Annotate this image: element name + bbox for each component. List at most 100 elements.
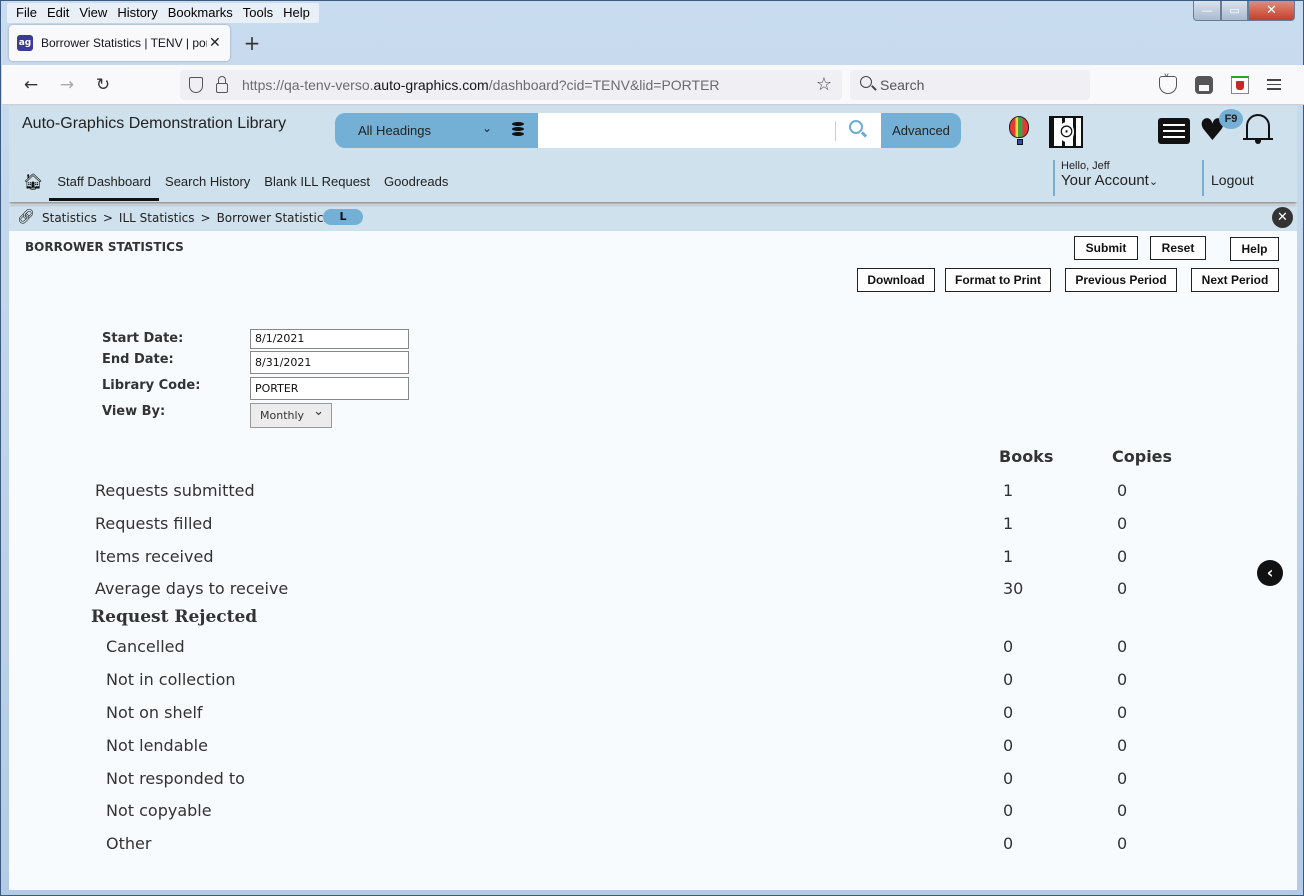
copies-value: 0 (1117, 547, 1128, 566)
previous-period-button[interactable]: Previous Period (1065, 268, 1177, 292)
maximize-button[interactable]: ▭ (1221, 1, 1248, 21)
row-label: Not lendable (106, 736, 208, 755)
row-label: Cancelled (106, 637, 185, 656)
hot-air-balloon-icon[interactable] (1009, 116, 1031, 148)
bell-icon[interactable] (1243, 114, 1273, 146)
url-text[interactable]: https://qa-tenv-verso.auto-graphics.com/… (242, 77, 720, 93)
chevron-down-icon[interactable]: ⌄ (482, 121, 492, 135)
table-row: Cancelled 0 0 (87, 630, 1223, 662)
search-divider (835, 121, 836, 141)
copies-value: 0 (1117, 670, 1128, 689)
search-icon[interactable] (849, 120, 863, 134)
extension-icon[interactable] (1231, 76, 1249, 94)
list-icon[interactable] (1158, 118, 1190, 144)
books-value: 0 (1003, 703, 1014, 722)
table-row: Average days to receive 30 0 (87, 572, 1223, 604)
help-button[interactable]: Help (1230, 237, 1279, 261)
menu-bookmarks[interactable]: Bookmarks (163, 3, 238, 23)
browser-search-box[interactable]: Search (850, 70, 1090, 100)
home-icon[interactable]: 🏠︎ (23, 172, 43, 191)
books-value: 0 (1003, 736, 1014, 755)
menu-history[interactable]: History (112, 3, 162, 23)
column-header-copies: Copies (1112, 447, 1173, 466)
table-row: Not in collection 0 0 (87, 663, 1223, 695)
status-pill[interactable]: L (323, 209, 363, 225)
table-row: Not copyable 0 0 (87, 794, 1223, 826)
account-label: Your Account (1061, 172, 1149, 189)
books-value: 1 (1003, 514, 1014, 533)
close-icon[interactable]: ✕ (1272, 207, 1293, 228)
download-button[interactable]: Download (857, 268, 935, 292)
nav-staff-dashboard[interactable]: Staff Dashboard (49, 174, 159, 201)
chevron-left-icon[interactable]: ‹ (1257, 560, 1283, 586)
greeting: Hello, Jeff (1061, 160, 1110, 172)
menu-help[interactable]: Help (278, 3, 315, 23)
pocket-icon[interactable] (1159, 73, 1177, 94)
app-header: Auto-Graphics Demonstration Library All … (9, 106, 1297, 202)
forward-button[interactable]: → (56, 74, 78, 96)
row-label: Requests filled (95, 514, 213, 533)
table-row: Not lendable 0 0 (87, 729, 1223, 761)
address-bar[interactable]: https://qa-tenv-verso.auto-graphics.com/… (180, 70, 842, 100)
reload-button[interactable]: ↻ (92, 74, 114, 96)
breadcrumb-separator: > (200, 211, 211, 225)
print-icon[interactable] (1195, 76, 1213, 94)
nav-goodreads[interactable]: Goodreads (384, 174, 448, 189)
row-label: Not responded to (106, 769, 245, 788)
catalog-search-input[interactable] (538, 113, 881, 148)
section-heading-request-rejected: Request Rejected (91, 607, 258, 627)
breadcrumb-ill-statistics[interactable]: ILL Statistics (119, 211, 195, 225)
film-search-icon[interactable] (1049, 116, 1083, 148)
library-code-field[interactable]: PORTER (250, 377, 409, 400)
back-button[interactable]: ← (20, 74, 42, 96)
database-icon[interactable] (512, 122, 524, 138)
search-scope-select[interactable]: All Headings (358, 123, 431, 138)
next-period-button[interactable]: Next Period (1191, 268, 1279, 292)
your-account-link[interactable]: Your Account⌄ (1061, 172, 1158, 189)
submit-button[interactable]: Submit (1074, 236, 1138, 260)
lock-icon[interactable] (216, 76, 228, 93)
nav-search-history[interactable]: Search History (165, 174, 250, 189)
nav-blank-ill-request[interactable]: Blank ILL Request (264, 174, 370, 189)
main-nav: 🏠︎ Staff Dashboard Search History Blank … (23, 172, 462, 201)
reset-button[interactable]: Reset (1150, 236, 1206, 260)
breadcrumb: Statistics > ILL Statistics > Borrower S… (42, 211, 330, 225)
library-name: Auto-Graphics Demonstration Library (22, 115, 287, 132)
bookmark-star-icon[interactable]: ☆ (816, 74, 832, 95)
row-label: Not copyable (106, 801, 212, 820)
row-label: Other (106, 834, 152, 853)
copies-value: 0 (1117, 834, 1128, 853)
site-favicon-icon: ag (17, 35, 33, 51)
url-path: /dashboard?cid=TENV&lid=PORTER (488, 77, 720, 93)
browser-tab[interactable]: ag Borrower Statistics | TENV | porter ✕ (9, 25, 230, 61)
menu-edit[interactable]: Edit (42, 3, 74, 23)
start-date-field[interactable]: 8/1/2021 (250, 329, 409, 349)
menu-file[interactable]: File (11, 3, 42, 23)
logout-link[interactable]: Logout (1202, 160, 1254, 196)
page-content: Auto-Graphics Demonstration Library All … (9, 106, 1297, 890)
copies-value: 0 (1117, 736, 1128, 755)
menu-view[interactable]: View (74, 3, 112, 23)
start-date-label: Start Date: (102, 331, 184, 346)
tab-close-icon[interactable]: ✕ (209, 35, 221, 51)
minimize-button[interactable]: — (1193, 1, 1221, 21)
view-by-label: View By: (102, 404, 166, 419)
breadcrumb-borrower-statistics: Borrower Statistics (216, 211, 330, 225)
copies-value: 0 (1117, 769, 1128, 788)
tracking-shield-icon[interactable] (189, 77, 203, 93)
end-date-field[interactable]: 8/31/2021 (250, 351, 409, 374)
account-menu[interactable]: Hello, Jeff Your Account⌄ (1053, 160, 1158, 196)
books-value: 0 (1003, 834, 1014, 853)
view-by-select[interactable]: Monthly (250, 400, 332, 428)
row-label: Average days to receive (95, 579, 289, 598)
menu-tools[interactable]: Tools (238, 3, 278, 23)
books-value: 0 (1003, 637, 1014, 656)
new-tab-button[interactable]: + (241, 31, 263, 55)
format-to-print-button[interactable]: Format to Print (945, 268, 1051, 292)
close-window-button[interactable]: ✕ (1248, 1, 1295, 21)
breadcrumb-statistics[interactable]: Statistics (42, 211, 97, 225)
app-menu-icon[interactable] (1267, 76, 1285, 94)
advanced-search-button[interactable]: Advanced (881, 113, 961, 148)
row-label: Items received (95, 547, 214, 566)
books-value: 1 (1003, 547, 1014, 566)
